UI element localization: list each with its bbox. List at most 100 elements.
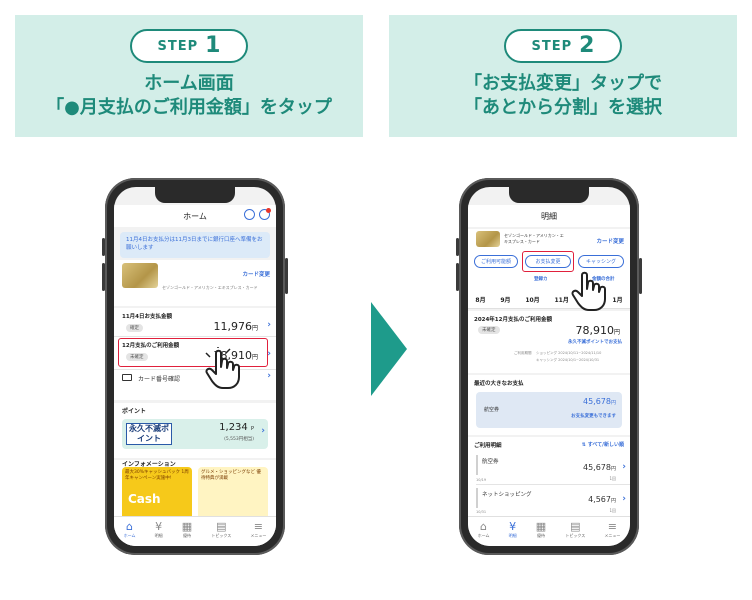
recent-payment-card[interactable]: 航空券 45,678円 お支払変更もできます (476, 392, 622, 428)
bottom-tab-bar: ⌂ ホーム ¥ 明細 ▦ 優待 ▤ トピックス ≡ メニュー (468, 516, 630, 546)
card-number-link[interactable]: カード番号確認 (138, 374, 180, 383)
page-title: ホーム (183, 211, 207, 221)
volume-button (102, 238, 105, 256)
tab-menu[interactable]: ≡ メニュー (604, 520, 620, 546)
status-badge: 未確定 (126, 353, 148, 361)
yen-icon: ¥ (155, 520, 163, 533)
notch (155, 187, 235, 203)
points-value: 1,234 P (219, 422, 254, 433)
month-tab[interactable]: 1月 (612, 295, 622, 304)
step2-number: 2 (579, 33, 595, 58)
points-yen-equivalent: (5,553円相当) (224, 437, 254, 442)
change-payment-link[interactable]: お支払変更もできます (571, 413, 616, 419)
chevron-right-icon[interactable]: › (267, 349, 271, 359)
points-banner[interactable]: 永久不滅ポイント 1,234 P (5,553円相当) › (122, 419, 268, 449)
tab-statement[interactable]: ¥ 明細 (509, 520, 517, 546)
shopping-period: ショッピング 2024/10/11~2024/11/10 (536, 351, 602, 355)
tab-benefits[interactable]: ▦ 優待 (536, 520, 546, 546)
menu-icon: ≡ (253, 520, 263, 533)
payment-notice[interactable]: 11月4日お支払分は11月3日までに銀行口座へ準備をお願いします (120, 232, 270, 258)
change-card-link[interactable]: カード変更 (242, 270, 270, 278)
list-item-name: 航空券 (482, 459, 499, 465)
usage-amount-label[interactable]: 12月支払のご利用金額 (122, 341, 179, 349)
tap-hand-icon (571, 271, 606, 311)
tab-menu[interactable]: ≡ メニュー (250, 520, 266, 546)
tap-hand-icon (205, 347, 240, 389)
chevron-right-icon[interactable]: › (622, 494, 626, 504)
available-amount-button[interactable]: ご利用可能額 (474, 255, 518, 268)
volume-button (456, 263, 459, 291)
sort-filter[interactable]: ⇅ すべて/新しい順 (582, 441, 624, 448)
divider (114, 369, 276, 370)
status-badge: 未確定 (478, 326, 500, 334)
chevron-right-icon[interactable]: › (267, 320, 271, 330)
step1-number: 1 (205, 33, 221, 58)
statement-header: 明細 (468, 205, 630, 227)
chevron-right-icon[interactable]: › (267, 371, 271, 381)
period-label: ご利用期間 (514, 351, 532, 355)
month-tab[interactable]: 11月 (554, 295, 568, 304)
card-image (476, 231, 500, 247)
recent-item-name: 航空券 (484, 407, 500, 413)
card-image (122, 263, 158, 288)
status-badge: 確定 (126, 324, 143, 332)
campaign-banner[interactable]: 最大30%キャッシュバック 1周年キャンペーン実施中! Cash (122, 467, 192, 522)
tab-topics[interactable]: ▤ トピックス (211, 520, 231, 546)
step1-word: STEP (157, 38, 199, 54)
topics-icon: ▤ (216, 520, 227, 533)
chevron-right-icon[interactable]: › (622, 462, 626, 472)
list-item-amount[interactable]: 4,567円 (588, 495, 616, 504)
home-header: ホーム (114, 205, 276, 227)
step2-title-line2: 「あとから分割」を選択 (464, 97, 662, 118)
change-card-link[interactable]: カード変更 (596, 237, 624, 245)
list-item-amount[interactable]: 45,678円 (583, 463, 616, 472)
benefit-text: グルメ・ショッピングなど 優待特典が満載 (201, 470, 261, 481)
list-item-date: 10/31 (476, 510, 487, 514)
month-tab[interactable]: 8月 (475, 295, 485, 304)
tab-statement[interactable]: ¥ 明細 (155, 520, 163, 546)
pay-with-points-link[interactable]: 永久不滅ポイントでお支払 (568, 339, 622, 345)
tab-topics[interactable]: ▤ トピックス (565, 520, 585, 546)
tab-home[interactable]: ⌂ ホーム (124, 520, 136, 546)
step1-panel: STEP 1 ホーム画面 「●月支払のご利用金額」をタップ (15, 15, 363, 137)
month-tab[interactable]: 10月 (525, 295, 539, 304)
phone1-screen: ホーム 11月4日お支払分は11月3日までに銀行口座へ準備をお願いします カード… (114, 187, 276, 546)
card-name: セゾンゴールド・アメリカン・エキスプレス・カード (162, 285, 258, 290)
registered-card-link[interactable]: 登録カ (534, 276, 548, 282)
card-name: セゾンゴールド・アメリカン・エキスプレス・カード (504, 233, 564, 244)
history-icon[interactable] (244, 209, 255, 220)
gift-icon: ▦ (535, 520, 547, 533)
payment-amount[interactable]: 11,976円 (213, 320, 258, 333)
phone2-screen: 明細 セゾンゴールド・アメリカン・エキスプレス・カード カード変更 ご利用可能額… (468, 187, 630, 546)
notification-bell-icon[interactable] (259, 208, 271, 220)
card-icon (122, 374, 132, 381)
gift-icon: ▦ (181, 520, 193, 533)
summary-amount: 78,910円 (575, 324, 620, 337)
home-icon: ⌂ (126, 520, 134, 533)
points-logo: 永久不滅ポイント (126, 423, 172, 445)
cashing-button[interactable]: キャッシング (578, 255, 624, 268)
highlight-frame (522, 251, 574, 272)
power-button (285, 258, 288, 294)
step2-word: STEP (531, 38, 573, 54)
payment-date-label: 11月4日お支払金額 (122, 314, 172, 320)
step2-badge: STEP 2 (504, 29, 622, 63)
volume-button (102, 263, 105, 291)
bottom-tab-bar: ⌂ ホーム ¥ 明細 ▦ 優待 ▤ トピックス ≡ メニュー (114, 516, 276, 546)
month-tab[interactable]: 9月 (500, 295, 510, 304)
step2-title: 「お支払変更」タップで 「あとから分割」を選択 (464, 72, 662, 120)
recent-title: 最近の大きなお支払 (474, 381, 524, 387)
campaign-text: 最大30%キャッシュバック 1周年キャンペーン実施中! (125, 470, 189, 481)
step1-title: ホーム画面 「●月支払のご利用金額」をタップ (46, 72, 332, 120)
chevron-right-icon[interactable]: › (261, 426, 265, 436)
tab-home[interactable]: ⌂ ホーム (478, 520, 490, 546)
recent-item-amount: 45,678円 (582, 397, 616, 406)
summary-title: 2024年12月支払のご利用金額 (474, 317, 552, 323)
benefit-banner[interactable]: グルメ・ショッピングなど 優待特典が満載 (198, 467, 268, 522)
statement-list (468, 437, 630, 519)
volume-button (456, 238, 459, 256)
tab-benefits[interactable]: ▦ 優待 (182, 520, 192, 546)
cashing-period: キャッシング 2024/10/1~2024/10/31 (536, 358, 600, 362)
power-button (639, 258, 642, 294)
list-item-marker (476, 488, 478, 508)
